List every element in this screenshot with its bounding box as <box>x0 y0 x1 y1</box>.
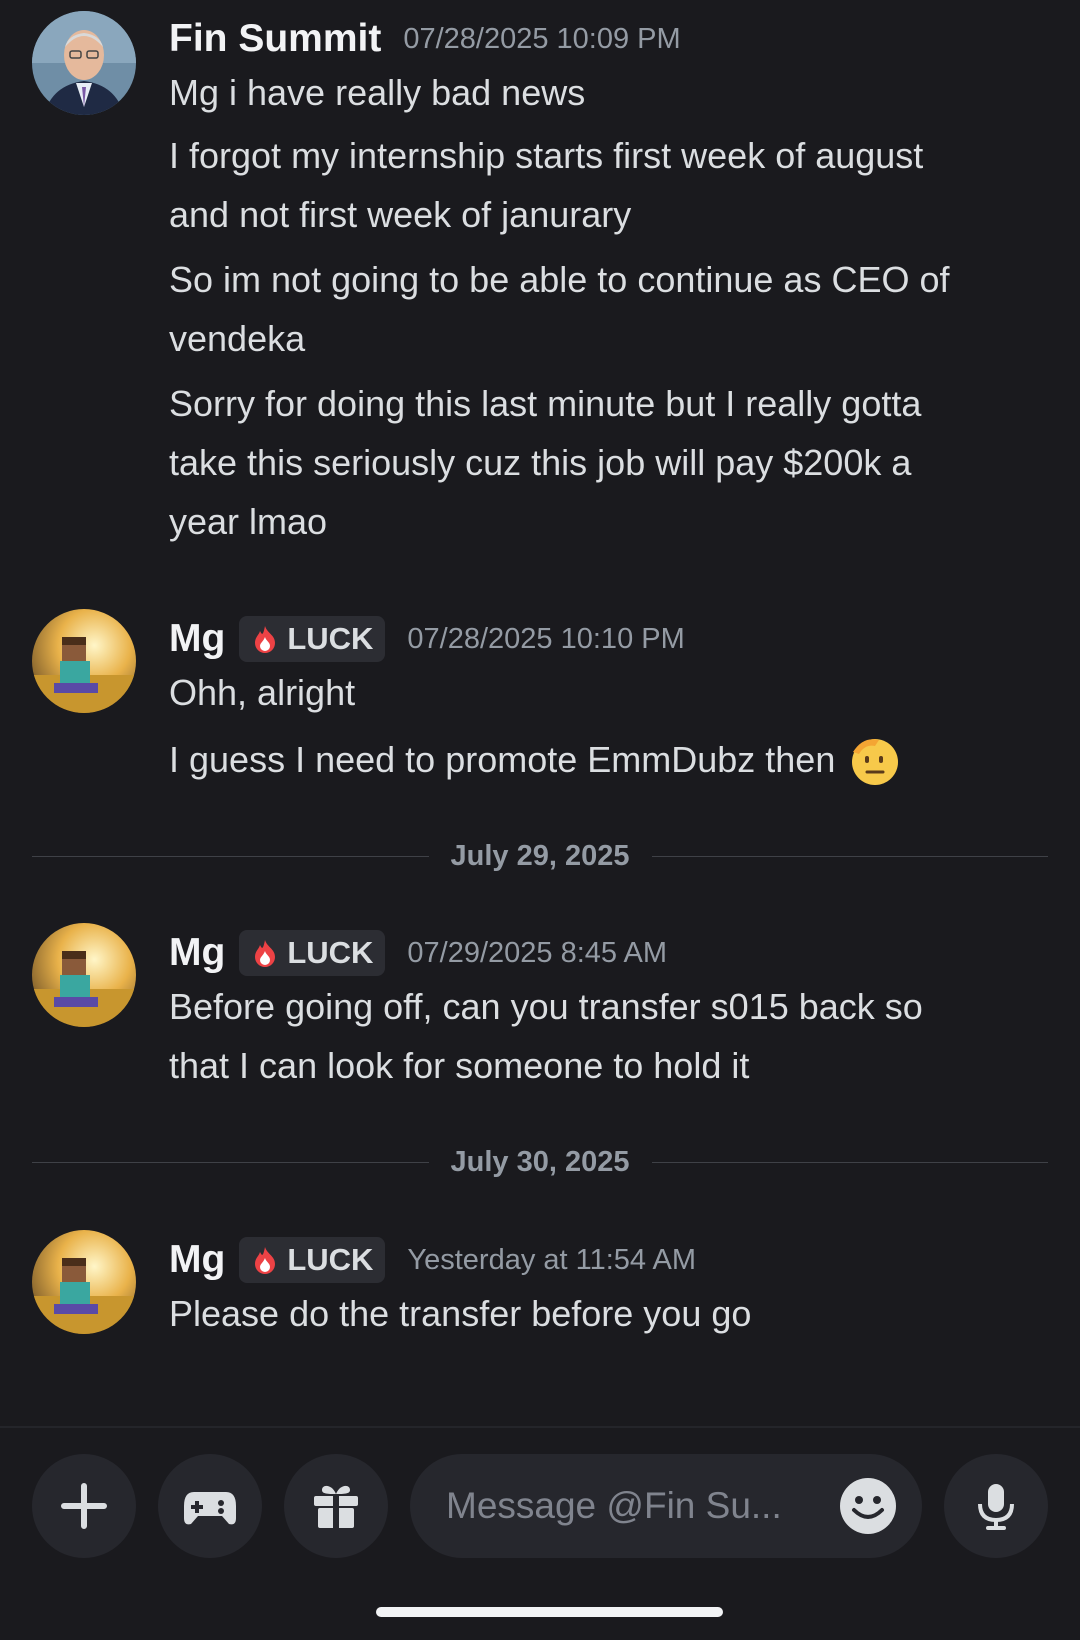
message-text-row[interactable]: I guess I need to promote EmmDubz then <box>169 730 1049 789</box>
message-header: Fin Summit 07/28/2025 10:09 PM <box>169 14 681 64</box>
voice-message-button[interactable] <box>944 1454 1048 1558</box>
clan-tag[interactable]: LUCK <box>239 616 386 662</box>
message-input-placeholder: Message @Fin Su... <box>446 1485 782 1526</box>
chat-message-list[interactable]: Fin Summit 07/28/2025 10:09 PM Mg i have… <box>0 0 1080 1425</box>
home-indicator[interactable] <box>376 1607 723 1617</box>
timestamp: 07/29/2025 8:45 AM <box>407 936 668 969</box>
add-attachment-button[interactable] <box>32 1454 136 1558</box>
username[interactable]: Fin Summit <box>169 17 381 61</box>
clan-tag[interactable]: LUCK <box>239 930 386 976</box>
divider-line <box>651 855 1049 857</box>
username[interactable]: Mg <box>169 931 225 975</box>
gift-icon <box>314 1485 358 1528</box>
flame-icon <box>255 626 276 653</box>
message-text[interactable]: Mg i have really bad news <box>169 63 1049 122</box>
avatar-mg[interactable] <box>32 1230 136 1334</box>
message-header: Mg LUCK Yesterday at 11:54 AM <box>169 1235 696 1285</box>
avatar-fin-summit[interactable] <box>32 11 136 115</box>
divider-line <box>32 855 429 857</box>
message-text[interactable]: Please do the transfer before you go <box>169 1284 1049 1343</box>
date-divider: July 30, 2025 <box>32 1142 1049 1182</box>
emoji-icon[interactable] <box>838 1476 898 1536</box>
message-text[interactable]: take this seriously cuz this job will pa… <box>169 433 1049 492</box>
flame-icon <box>255 1247 276 1274</box>
clan-tag-label: LUCK <box>287 1242 374 1277</box>
date-label: July 30, 2025 <box>450 1145 630 1178</box>
gamepad-icon <box>184 1492 236 1525</box>
username[interactable]: Mg <box>169 617 225 661</box>
saluting-face-emoji-icon <box>852 738 899 785</box>
message-text[interactable]: Sorry for doing this last minute but I r… <box>169 374 1049 433</box>
gift-button[interactable] <box>284 1454 388 1558</box>
message-text[interactable]: I forgot my internship starts first week… <box>169 126 1049 185</box>
timestamp: Yesterday at 11:54 AM <box>407 1243 697 1276</box>
clan-tag-label: LUCK <box>287 935 374 970</box>
message-header: Mg LUCK 07/28/2025 10:10 PM <box>169 614 685 664</box>
message-text[interactable]: that I can look for someone to hold it <box>169 1036 1049 1095</box>
clan-tag[interactable]: LUCK <box>239 1237 386 1283</box>
message-text[interactable]: year lmao <box>169 492 1049 551</box>
message-input[interactable]: Message @Fin Su... <box>410 1454 922 1558</box>
message-text[interactable]: and not first week of janurary <box>169 185 1049 244</box>
timestamp: 07/28/2025 10:09 PM <box>403 22 681 55</box>
message-text: I guess I need to promote EmmDubz then <box>169 739 836 780</box>
message-text[interactable]: Before going off, can you transfer s015 … <box>169 977 1049 1036</box>
username[interactable]: Mg <box>169 1238 225 1282</box>
message-text[interactable]: Ohh, alright <box>169 663 1049 722</box>
avatar-mg[interactable] <box>32 609 136 713</box>
flame-icon <box>255 940 276 967</box>
message-text[interactable]: So im not going to be able to continue a… <box>169 250 1049 309</box>
message-header: Mg LUCK 07/29/2025 8:45 AM <box>169 928 667 978</box>
divider-line <box>32 1161 429 1163</box>
avatar-mg[interactable] <box>32 923 136 1027</box>
date-label: July 29, 2025 <box>450 839 630 872</box>
plus-icon <box>61 1483 107 1529</box>
divider-line <box>651 1161 1049 1163</box>
activities-button[interactable] <box>158 1454 262 1558</box>
timestamp: 07/28/2025 10:10 PM <box>407 622 685 655</box>
microphone-icon <box>978 1484 1014 1530</box>
date-divider: July 29, 2025 <box>32 836 1049 876</box>
clan-tag-label: LUCK <box>287 621 374 656</box>
message-text[interactable]: vendeka <box>169 309 1049 368</box>
